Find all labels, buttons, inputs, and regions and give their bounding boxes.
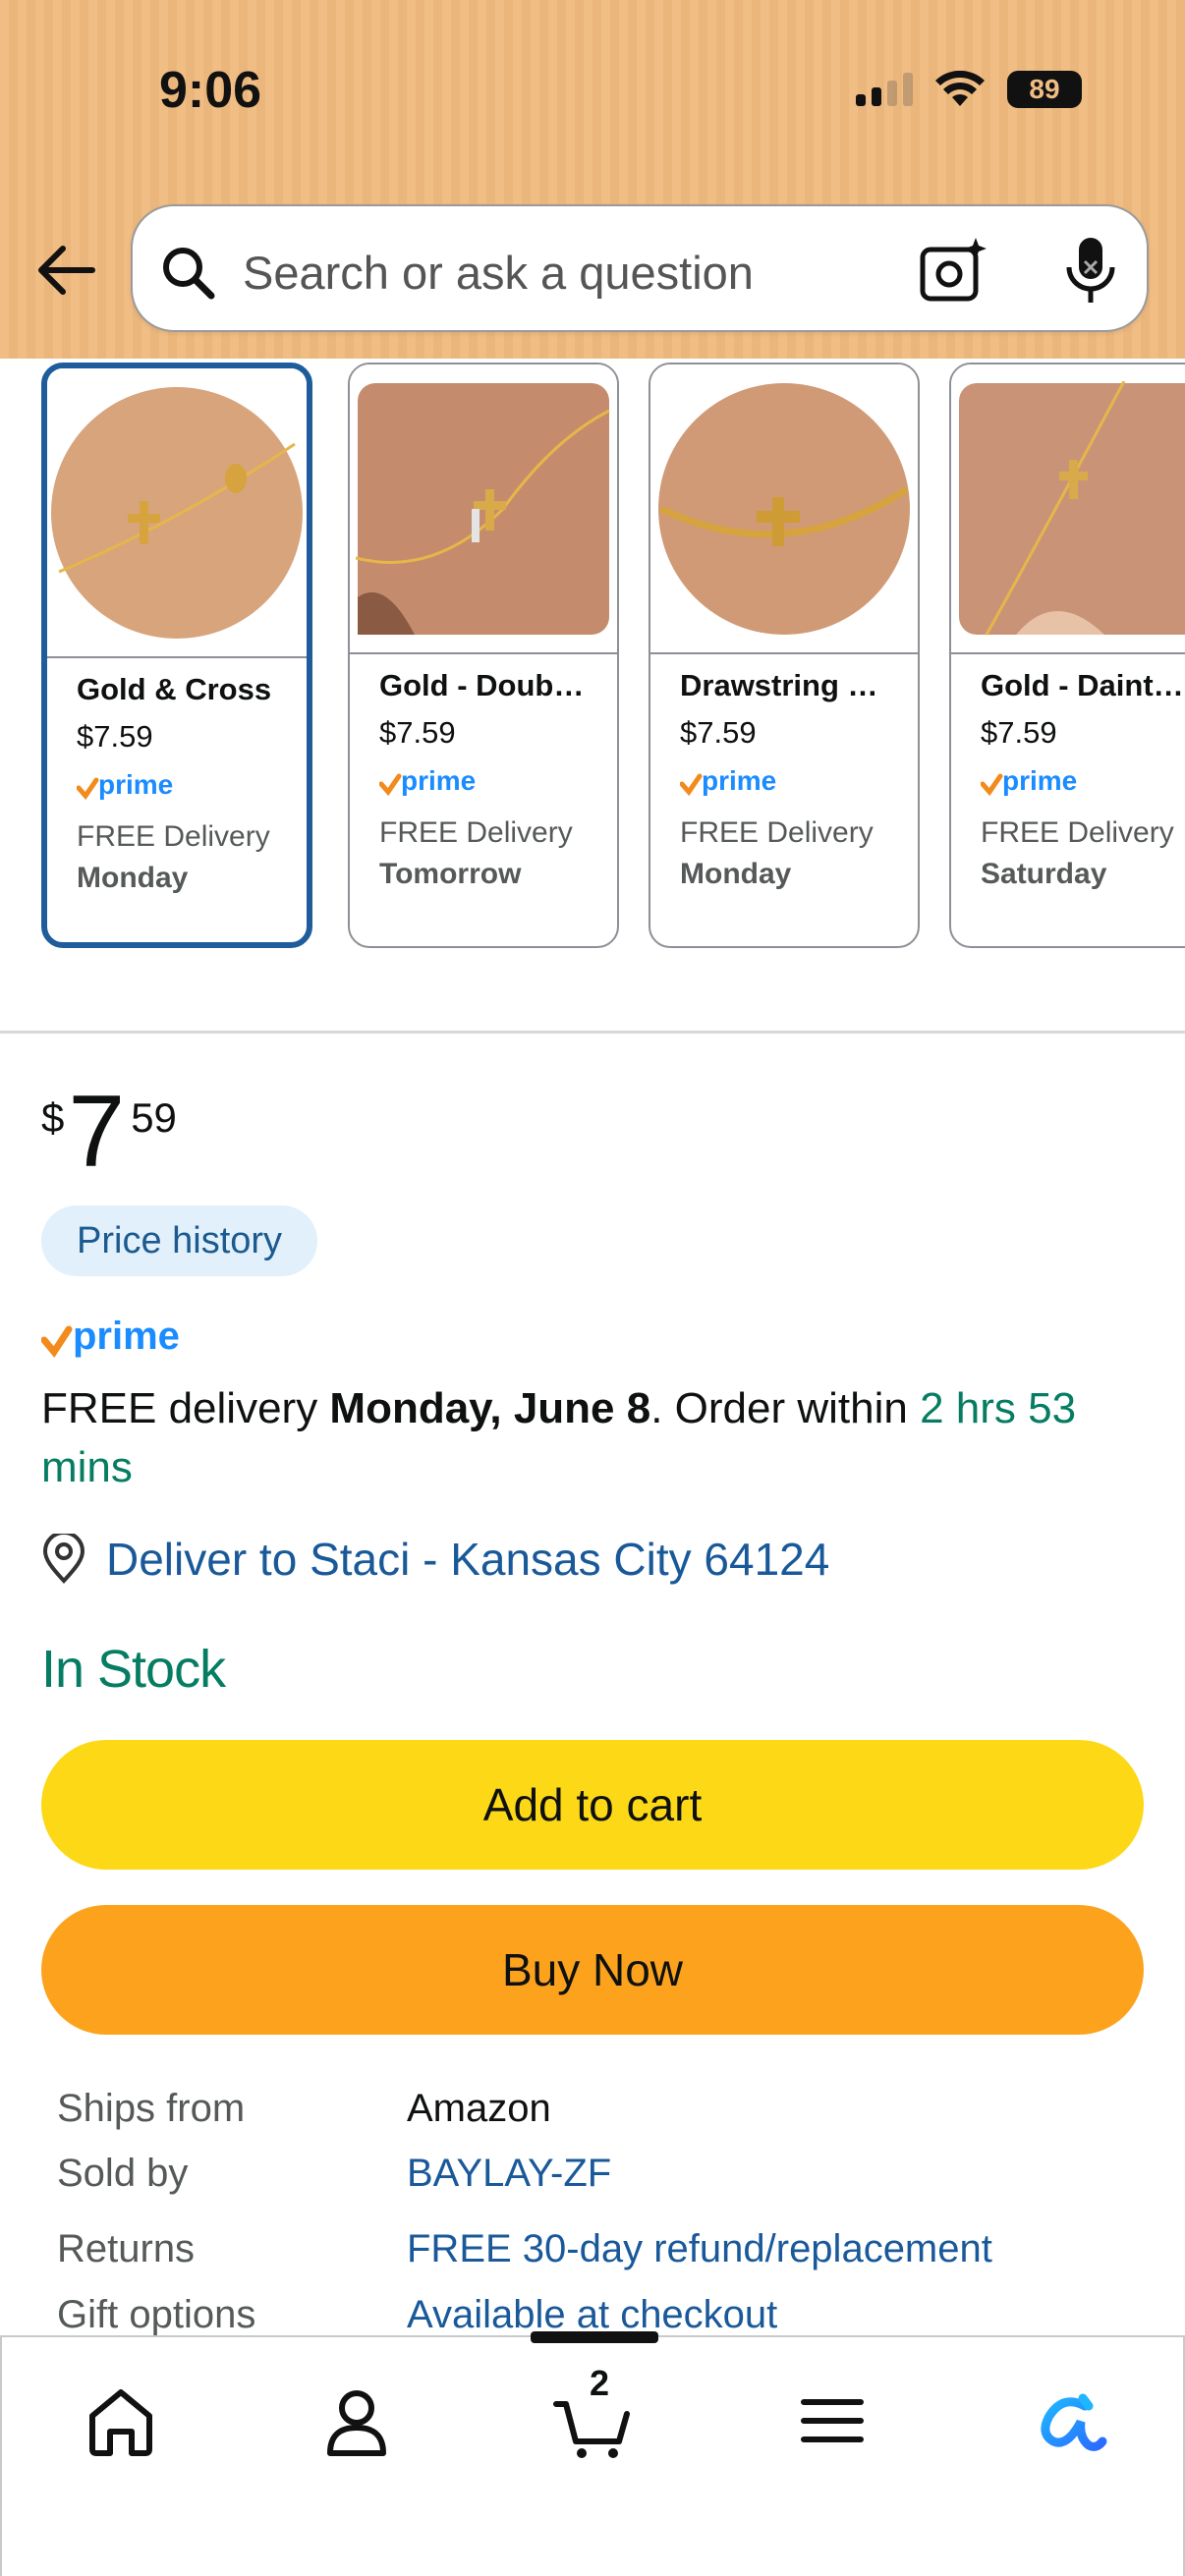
variant-card[interactable]: Drawstring … $7.59 prime FREE Delivery M… <box>649 363 920 948</box>
variant-delivery-day: Monday <box>77 862 189 894</box>
variant-delivery: FREE Delivery <box>379 816 573 849</box>
svg-text:prime: prime <box>73 1315 180 1358</box>
account-icon <box>327 2390 386 2456</box>
search-bar[interactable]: Search or ask a question <box>131 204 1149 332</box>
product-image <box>650 364 918 654</box>
variant-price: $7.59 <box>981 715 1057 750</box>
detail-value: Amazon <box>407 2087 551 2130</box>
active-tab-indicator <box>531 2331 658 2343</box>
variant-delivery-day: Saturday <box>981 858 1107 890</box>
variant-card[interactable]: Gold & Cross $7.59 prime FREE Delivery M… <box>41 363 312 948</box>
prime-logo-icon: prime <box>41 1315 180 1358</box>
nav-home[interactable] <box>77 2377 165 2465</box>
product-image <box>350 364 617 654</box>
delivery-date: Monday, June 8 <box>329 1384 651 1432</box>
cellular-signal-icon <box>856 73 913 106</box>
variant-delivery-day: Tomorrow <box>379 858 522 890</box>
variant-delivery: FREE Delivery <box>981 816 1174 849</box>
seller-link[interactable]: BAYLAY-ZF <box>407 2152 611 2196</box>
search-input[interactable]: Search or ask a question <box>243 246 754 300</box>
rufus-assistant-icon <box>1041 2393 1107 2451</box>
nav-account[interactable] <box>312 2377 401 2465</box>
deliver-to-address[interactable]: Deliver to Staci - Kansas City 64124 <box>106 1533 829 1586</box>
bottom-navigation: 2 <box>0 2331 1185 2576</box>
detail-label: Gift options <box>57 2293 256 2336</box>
stock-status: In Stock <box>41 1640 226 1699</box>
price-whole: 7 <box>68 1075 126 1189</box>
variant-name: Drawstring … <box>680 668 878 702</box>
prime-logo-icon: prime <box>980 765 1077 797</box>
price-fraction: 59 <box>131 1094 177 1141</box>
variant-delivery: FREE Delivery <box>680 816 874 849</box>
battery-level: 89 <box>1029 74 1060 104</box>
delivery-middle: . Order within <box>650 1384 921 1432</box>
variant-carousel[interactable]: Gold & Cross $7.59 prime FREE Delivery M… <box>0 359 1185 968</box>
product-price: $ 7 59 <box>41 1081 177 1183</box>
returns-link[interactable]: FREE 30-day refund/replacement <box>407 2227 992 2271</box>
delivery-message: FREE delivery Monday, June 8. Order with… <box>41 1379 1152 1497</box>
variant-name: Gold - Daint… <box>981 668 1184 702</box>
svg-text:prime: prime <box>702 765 776 796</box>
prime-logo-icon: prime <box>76 769 173 801</box>
variant-price: $7.59 <box>680 715 757 750</box>
svg-text:prime: prime <box>98 769 173 800</box>
variant-card[interactable]: Gold - Doub… $7.59 prime FREE Delivery T… <box>348 363 619 948</box>
search-icon <box>163 248 215 300</box>
variant-price: $7.59 <box>379 715 456 750</box>
detail-label: Sold by <box>57 2152 189 2195</box>
variant-delivery-day: Monday <box>680 858 792 890</box>
variant-delivery: FREE Delivery <box>77 820 270 853</box>
variant-name: Gold & Cross <box>77 672 272 706</box>
price-history-button[interactable]: Price history <box>41 1205 318 1276</box>
home-icon <box>89 2389 152 2456</box>
buy-now-button[interactable]: Buy Now <box>41 1905 1144 2035</box>
variant-name: Gold - Doub… <box>379 668 585 702</box>
variant-price: $7.59 <box>77 719 153 754</box>
prime-logo-icon: prime <box>679 765 776 797</box>
nav-cart[interactable]: 2 <box>550 2363 639 2465</box>
back-arrow-icon[interactable] <box>33 241 98 300</box>
variant-card[interactable]: Gold - Daint… $7.59 prime FREE Delivery … <box>949 363 1185 948</box>
wifi-icon <box>935 71 985 106</box>
microphone-icon[interactable] <box>1061 234 1120 308</box>
deliver-to-link[interactable]: Deliver to Staci - Kansas City 64124 <box>41 1533 829 1586</box>
detail-label: Returns <box>57 2227 196 2270</box>
product-image <box>951 364 1185 654</box>
menu-icon <box>801 2399 864 2442</box>
svg-text:prime: prime <box>401 765 476 796</box>
status-icons: 89 <box>856 71 1082 108</box>
section-divider <box>0 1031 1185 1034</box>
nav-menu[interactable] <box>788 2377 876 2465</box>
top-header: 9:06 89 Search or ask a question <box>0 0 1185 359</box>
add-to-cart-button[interactable]: Add to cart <box>41 1740 1144 1870</box>
product-image <box>47 368 307 658</box>
nav-rufus[interactable] <box>1024 2377 1112 2465</box>
battery-icon: 89 <box>1007 71 1082 108</box>
status-time: 9:06 <box>159 62 262 119</box>
price-currency: $ <box>41 1094 65 1141</box>
camera-search-icon[interactable] <box>919 236 988 305</box>
cart-count-badge: 2 <box>589 2363 610 2403</box>
delivery-prefix: FREE delivery <box>41 1384 330 1432</box>
detail-label: Ships from <box>57 2087 246 2130</box>
svg-text:prime: prime <box>1002 765 1077 796</box>
prime-logo-icon: prime <box>378 765 476 797</box>
location-pin-icon <box>42 1534 85 1584</box>
